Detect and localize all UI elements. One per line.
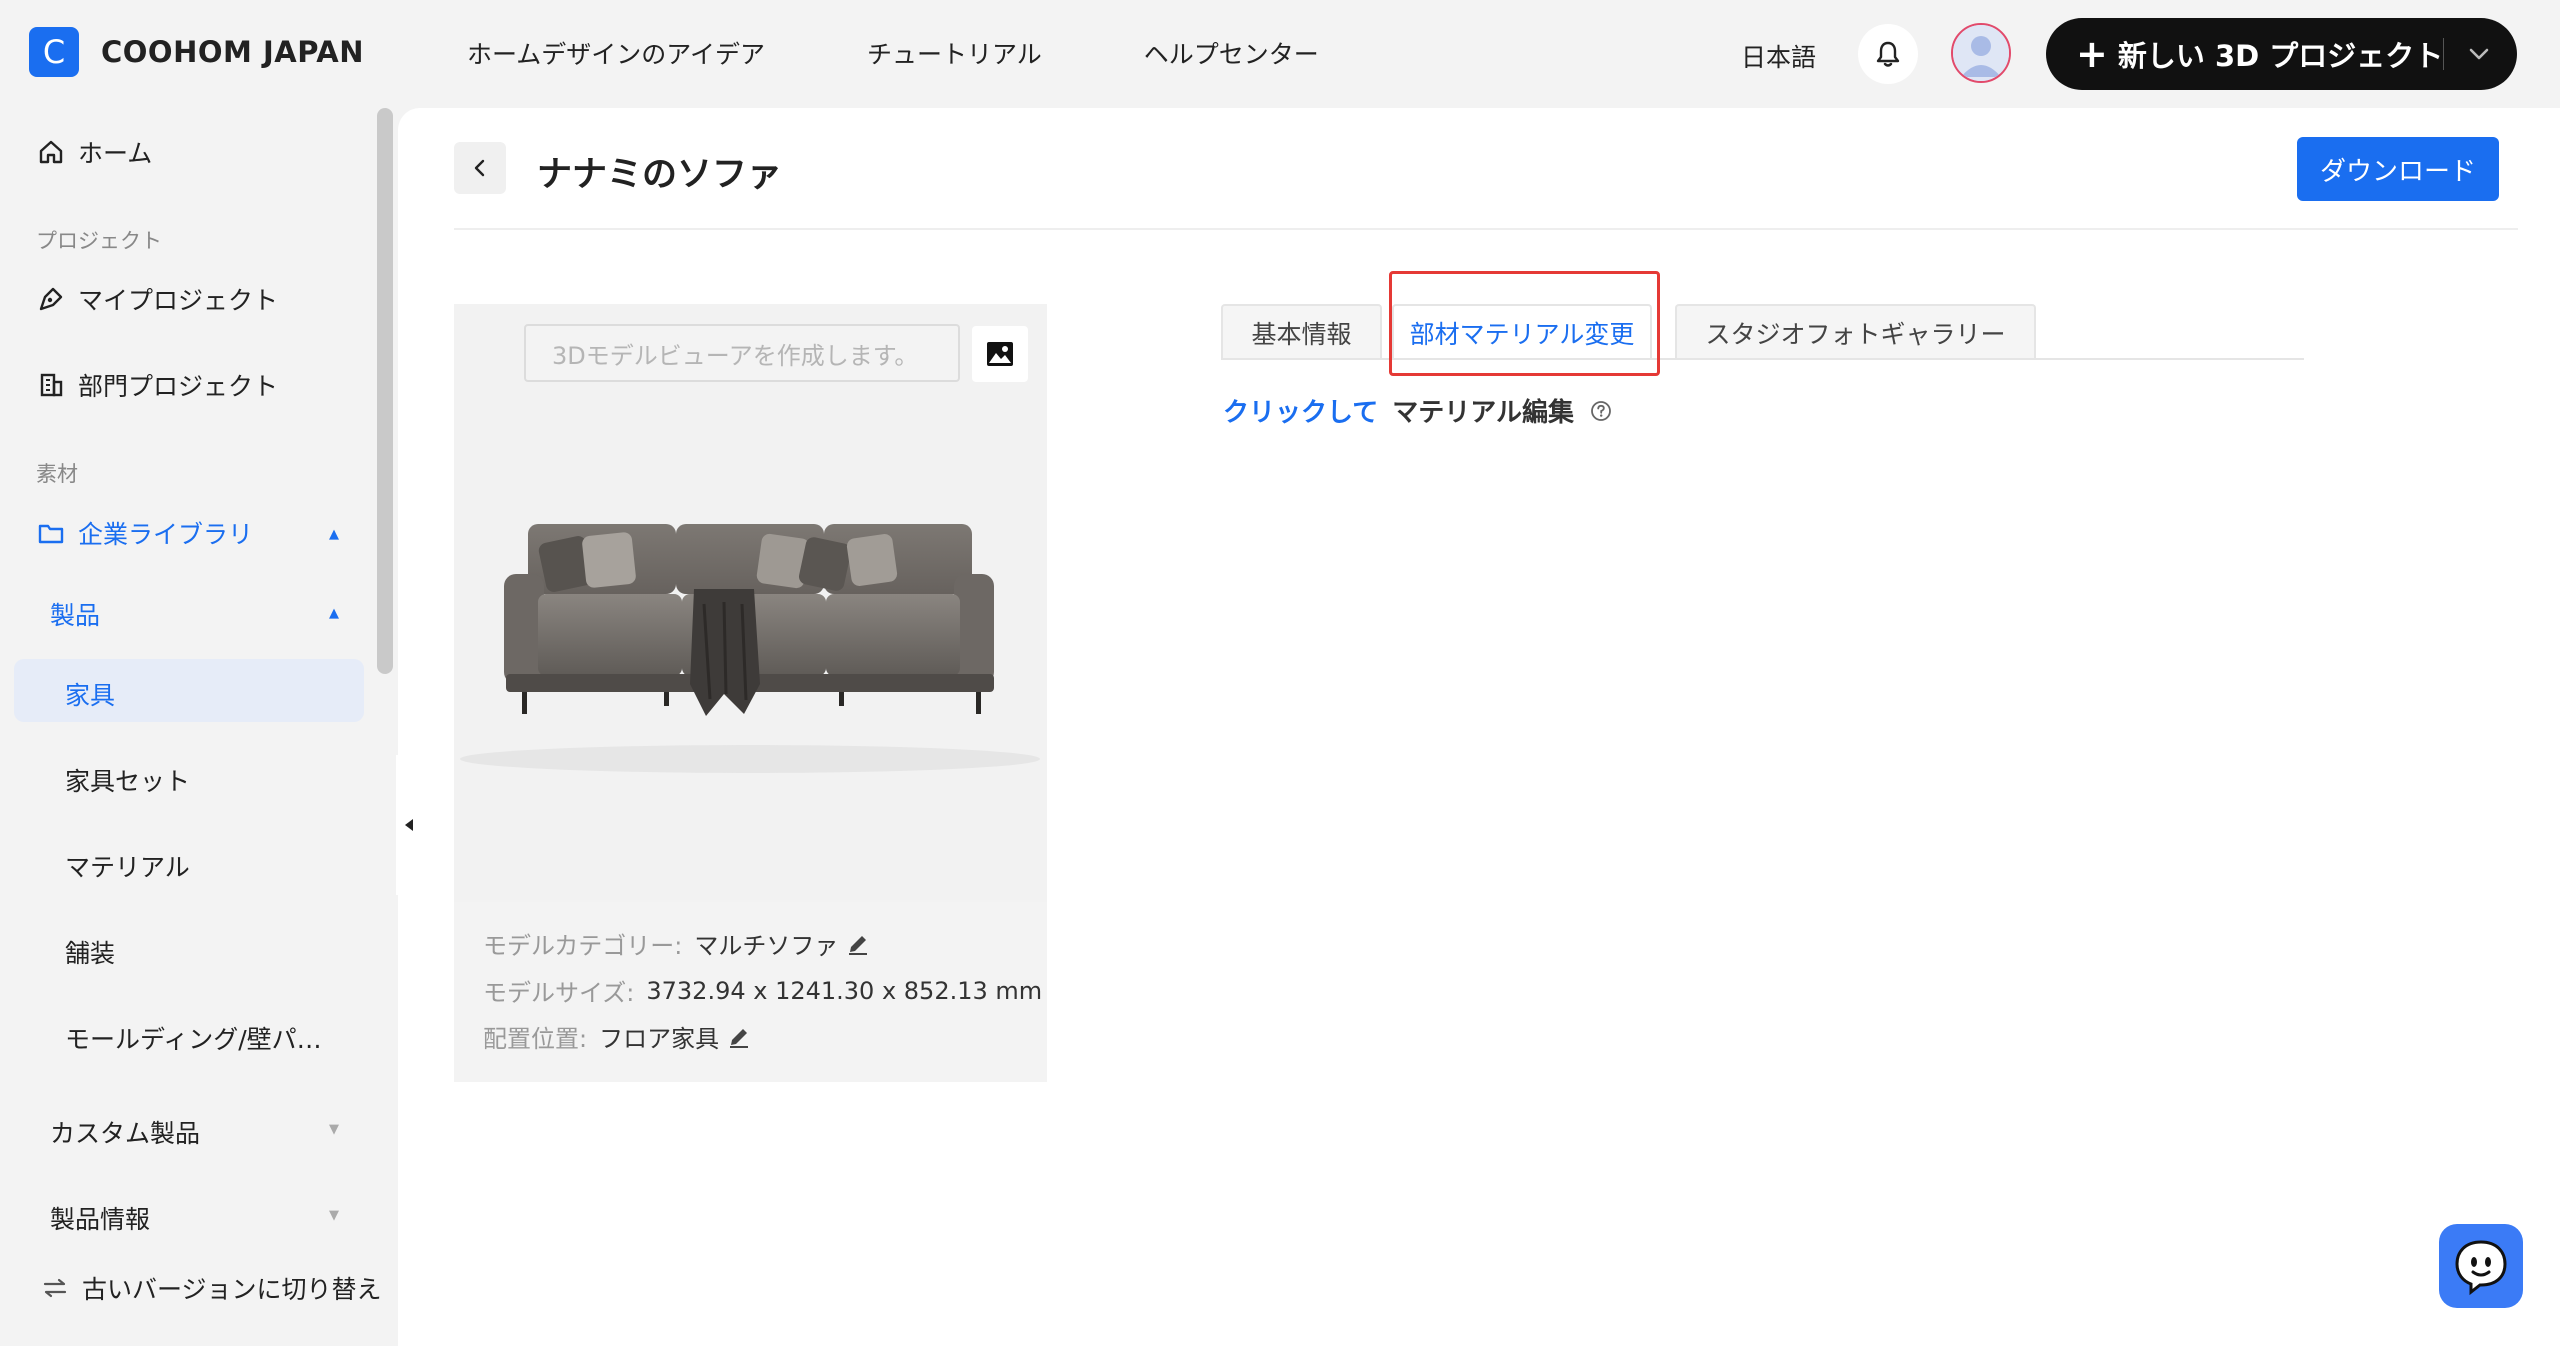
- sidebar-item-material-label: マテリアル: [65, 853, 190, 882]
- user-avatar[interactable]: [1951, 23, 2011, 83]
- material-edit-row: クリックして マテリアル編集: [1223, 392, 1612, 429]
- pen-tool-icon: [34, 282, 68, 316]
- sidebar-item-paving-label: 舗装: [65, 939, 116, 968]
- bell-icon: [1876, 41, 1900, 67]
- model-size-row: モデルサイズ: 3732.94 x 1241.30 x 852.13 mm: [483, 973, 1042, 1008]
- brand[interactable]: C COOHOM JAPAN: [29, 27, 364, 77]
- chat-support-button[interactable]: [2439, 1224, 2523, 1308]
- sidebar-item-enterprise-library-label: 企業ライブラリ: [78, 520, 254, 549]
- chat-bubble-icon: [2455, 1240, 2507, 1296]
- sidebar-item-home[interactable]: ホーム: [34, 134, 152, 170]
- sidebar-item-my-projects-label: マイプロジェクト: [78, 286, 279, 315]
- sidebar-item-furniture-label: 家具: [65, 681, 116, 710]
- model-size-value: 3732.94 x 1241.30 x 852.13 mm: [646, 976, 1043, 1005]
- placement-row: 配置位置: フロア家具: [483, 1019, 751, 1054]
- sidebar-item-furniture-set-label: 家具セット: [65, 767, 191, 796]
- sidebar-item-molding[interactable]: モールディング/壁パ…: [65, 1020, 322, 1056]
- new-3d-project-label: 新しい 3D プロジェクト: [2117, 39, 2444, 73]
- caret-down-icon[interactable]: ▼: [329, 1122, 339, 1137]
- model-category-label: モデルカテゴリー:: [483, 932, 683, 960]
- edit-pencil-icon[interactable]: [846, 932, 870, 956]
- tab-underline: [1221, 358, 2304, 360]
- model-category-value: マルチソファ: [694, 932, 839, 960]
- sofa-image: [454, 494, 1047, 784]
- user-avatar-icon: [1953, 25, 2009, 81]
- sidebar-scrollbar[interactable]: [377, 108, 393, 674]
- download-button[interactable]: ダウンロード: [2297, 137, 2499, 201]
- caret-down-icon[interactable]: ▼: [329, 1208, 339, 1223]
- building-icon: [34, 368, 68, 402]
- language-selector[interactable]: 日本語: [1741, 38, 1816, 74]
- tab-material-change[interactable]: 部材マテリアル変更: [1392, 304, 1652, 360]
- help-circle-icon[interactable]: [1590, 400, 1612, 422]
- sidebar-item-material[interactable]: マテリアル: [65, 848, 190, 884]
- viewer-create-input[interactable]: 3Dモデルビューアを作成します。: [524, 324, 960, 382]
- switch-old-version-label: 古いバージョンに切り替え: [82, 1275, 382, 1304]
- sidebar-item-home-label: ホーム: [78, 139, 153, 168]
- chevron-down-icon[interactable]: [2467, 44, 2491, 64]
- switch-old-version-button[interactable]: 古いバージョンに切り替え: [38, 1270, 382, 1306]
- placement-label: 配置位置:: [483, 1025, 588, 1053]
- sidebar-item-furniture[interactable]: 家具: [65, 676, 115, 712]
- sidebar-item-dept-projects-label: 部門プロジェクト: [78, 372, 279, 401]
- edit-pencil-icon[interactable]: [727, 1025, 751, 1049]
- model-image-area[interactable]: 3Dモデルビューアを作成します。: [454, 304, 1047, 902]
- sidebar-section-material: 素材: [36, 462, 78, 486]
- notification-button[interactable]: [1858, 24, 1918, 84]
- model-category-row: モデルカテゴリー: マルチソファ: [483, 926, 870, 961]
- nav-help-center[interactable]: ヘルプセンター: [1144, 35, 1319, 71]
- sidebar-item-molding-label: モールディング/壁パ…: [65, 1025, 322, 1054]
- brand-name: COOHOM JAPAN: [101, 35, 365, 69]
- brand-logo: C: [29, 27, 79, 77]
- top-nav: ホームデザインのアイデア チュートリアル ヘルプセンター: [467, 35, 1421, 71]
- sidebar-item-paving[interactable]: 舗装: [65, 934, 115, 970]
- caret-up-icon[interactable]: ▲: [329, 527, 339, 542]
- new-3d-project-button[interactable]: + 新しい 3D プロジェクト: [2046, 18, 2517, 90]
- sidebar-item-my-projects[interactable]: マイプロジェクト: [34, 281, 278, 317]
- material-edit-text: マテリアル編集: [1392, 398, 1574, 428]
- tab-basic-info[interactable]: 基本情報: [1221, 304, 1382, 360]
- sidebar-item-furniture-set[interactable]: 家具セット: [65, 762, 190, 798]
- sidebar-item-enterprise-library[interactable]: 企業ライブラリ: [34, 515, 253, 551]
- folder-icon: [34, 516, 68, 550]
- sidebar-item-product-info-label: 製品情報: [50, 1205, 151, 1234]
- nav-home-design-ideas[interactable]: ホームデザインのアイデア: [467, 35, 765, 71]
- caret-up-icon[interactable]: ▲: [329, 606, 339, 621]
- top-header: C COOHOM JAPAN ホームデザインのアイデア チュートリアル ヘルプセ…: [0, 0, 2560, 108]
- placement-value: フロア家具: [599, 1025, 720, 1053]
- sidebar-section-project: プロジェクト: [36, 229, 162, 253]
- sidebar-item-custom-products[interactable]: カスタム製品: [50, 1114, 200, 1150]
- sidebar-item-product-info[interactable]: 製品情報: [50, 1200, 150, 1236]
- nav-tutorial[interactable]: チュートリアル: [867, 35, 1042, 71]
- plus-icon: +: [2076, 32, 2108, 76]
- model-preview-card: 3Dモデルビューアを作成します。 モデルカテゴリー: マルチソファ モデルサイズ…: [454, 304, 1047, 1082]
- title-divider: [454, 228, 2518, 230]
- triangle-left-icon: [405, 819, 413, 831]
- page-title: ナナミのソファ: [537, 155, 783, 195]
- sidebar-item-custom-products-label: カスタム製品: [50, 1119, 201, 1148]
- click-edit-link[interactable]: クリックして: [1223, 392, 1378, 429]
- back-button[interactable]: [454, 142, 506, 194]
- model-size-label: モデルサイズ:: [483, 979, 635, 1007]
- button-divider: [2443, 38, 2444, 70]
- image-button[interactable]: [972, 326, 1028, 382]
- sidebar-item-dept-projects[interactable]: 部門プロジェクト: [34, 367, 278, 403]
- tab-studio-gallery[interactable]: スタジオフォトギャラリー: [1675, 304, 2036, 360]
- sidebar-item-products-label: 製品: [50, 601, 101, 630]
- sidebar-item-products[interactable]: 製品: [50, 596, 100, 632]
- swap-arrows-icon: [38, 1271, 72, 1305]
- home-icon: [34, 135, 68, 169]
- image-icon: [987, 342, 1013, 366]
- chevron-left-icon: [474, 159, 485, 177]
- sidebar-collapse-toggle[interactable]: [396, 755, 422, 895]
